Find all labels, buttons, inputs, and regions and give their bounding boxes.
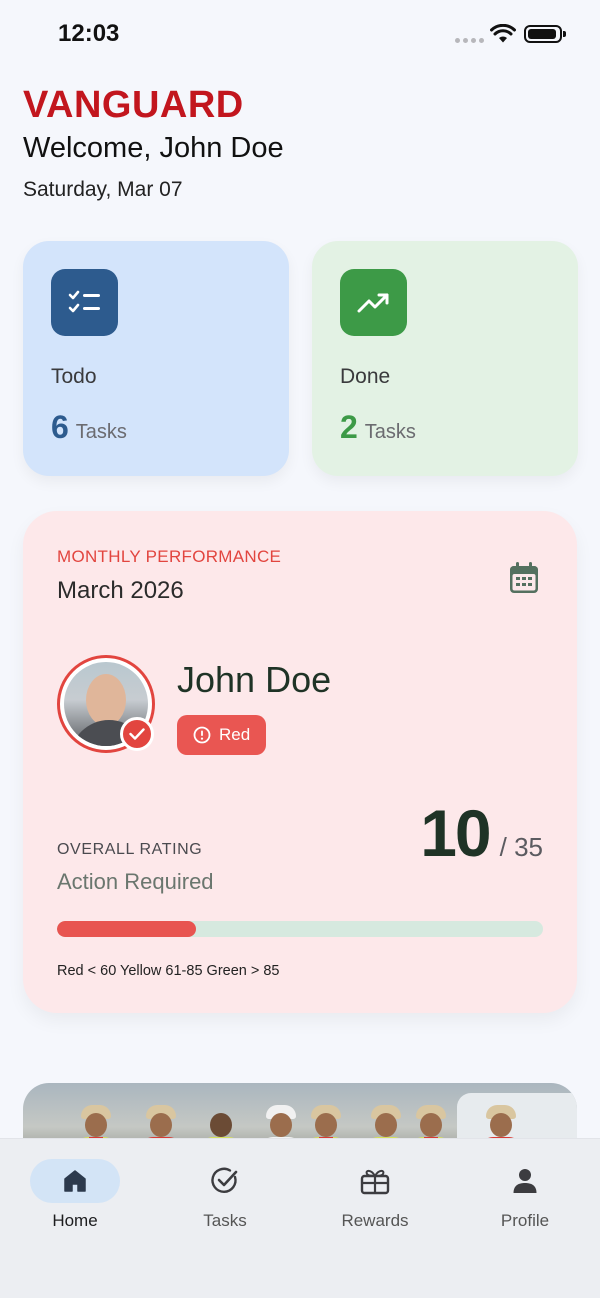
employee-name: John Doe	[177, 659, 332, 700]
bottom-navigation: Home Tasks Rewards Profile	[0, 1138, 600, 1298]
todo-count-unit: Tasks	[75, 421, 127, 443]
done-title: Done	[340, 365, 391, 388]
overall-rating-status: Action Required	[57, 869, 214, 894]
nav-tasks[interactable]: Tasks	[170, 1159, 280, 1231]
person-icon	[513, 1169, 537, 1193]
rating-progress-bar	[57, 921, 543, 937]
nav-home[interactable]: Home	[20, 1159, 130, 1231]
score-value: 10	[420, 796, 491, 870]
nav-rewards-label: Rewards	[341, 1211, 409, 1230]
status-badge: Red	[177, 715, 267, 755]
status-time: 12:03	[58, 20, 120, 47]
status-bar: 12:03	[0, 0, 600, 70]
todo-title: Todo	[51, 365, 97, 388]
nav-tasks-label: Tasks	[203, 1211, 247, 1230]
calendar-icon[interactable]	[508, 561, 540, 595]
welcome-text: Welcome, John Doe	[23, 132, 284, 164]
home-icon	[64, 1170, 86, 1192]
nav-home-indicator	[30, 1159, 120, 1203]
overall-rating-label: OVERALL RATING	[57, 841, 203, 858]
check-circle-icon	[211, 1167, 238, 1193]
done-card[interactable]: Done 2 Tasks	[312, 241, 578, 476]
checklist-icon	[51, 269, 118, 336]
gift-icon	[360, 1169, 390, 1195]
done-count: 2 Tasks	[340, 409, 416, 446]
cellular-signal-icon	[455, 38, 484, 43]
nav-profile[interactable]: Profile	[470, 1159, 580, 1231]
trending-up-icon	[340, 269, 407, 336]
nav-home-label: Home	[52, 1211, 98, 1230]
todo-count: 6 Tasks	[51, 409, 127, 446]
battery-icon	[524, 25, 562, 43]
monthly-performance-card: MONTHLY PERFORMANCE March 2026 John Doe …	[23, 511, 577, 1013]
rating-progress-fill	[57, 921, 196, 937]
todo-count-number: 6	[51, 409, 69, 445]
nav-profile-label: Profile	[500, 1211, 550, 1230]
nav-rewards-indicator	[330, 1159, 420, 1203]
nav-tasks-indicator	[180, 1159, 270, 1203]
done-count-unit: Tasks	[364, 421, 416, 443]
todo-card[interactable]: Todo 6 Tasks	[23, 241, 289, 476]
current-date: Saturday, Mar 07	[23, 178, 183, 201]
verified-check-icon	[120, 717, 154, 751]
battery-tip	[563, 31, 566, 37]
performance-month: March 2026	[57, 577, 184, 604]
status-badge-label: Red	[219, 725, 251, 744]
nav-rewards[interactable]: Rewards	[320, 1159, 430, 1231]
rating-legend: Red < 60 Yellow 61-85 Green > 85	[57, 963, 280, 979]
nav-profile-indicator	[480, 1159, 570, 1203]
score-max: / 35	[499, 832, 543, 862]
wifi-icon	[490, 24, 516, 43]
brand-logo: VANGUARD	[23, 84, 244, 126]
alert-circle-icon	[193, 726, 211, 744]
done-count-number: 2	[340, 409, 358, 445]
performance-label: MONTHLY PERFORMANCE	[57, 547, 282, 566]
score: 10 / 35	[420, 795, 543, 871]
